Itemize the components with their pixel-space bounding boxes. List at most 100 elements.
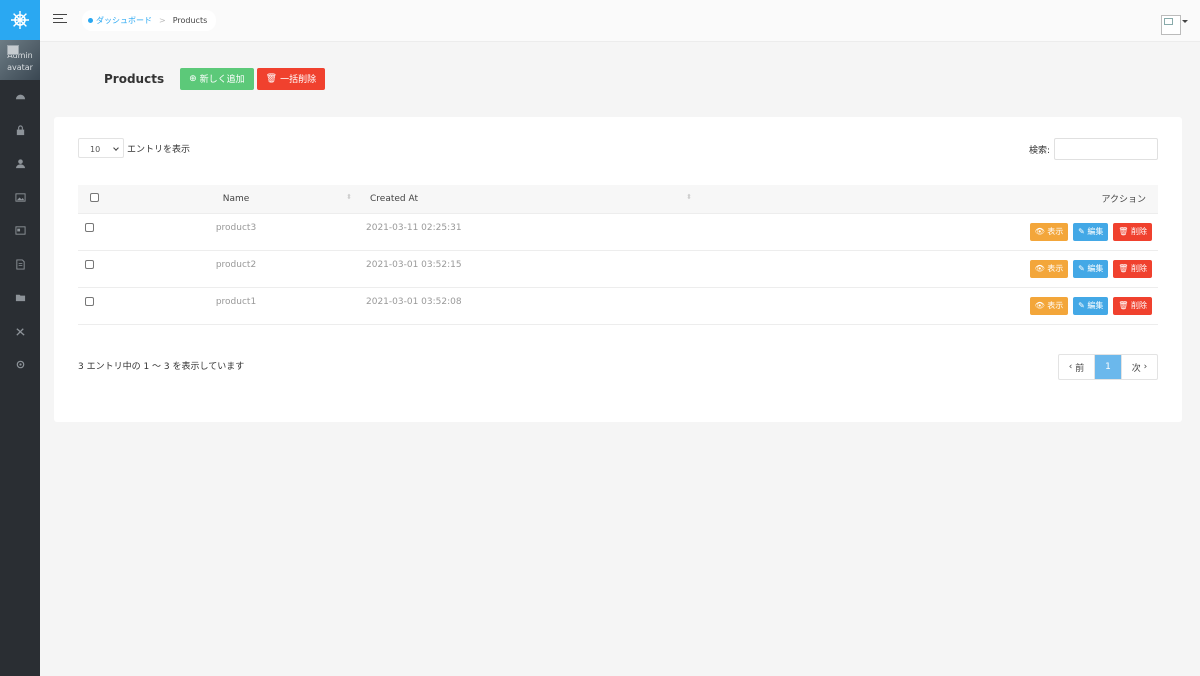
plus-circle-icon: ⊕ — [189, 73, 197, 84]
row-checkbox-cell — [78, 286, 114, 325]
sidebar-item-media[interactable] — [0, 181, 40, 215]
edit-icon: ✎ — [1078, 264, 1085, 273]
select-all-cell — [78, 185, 114, 213]
search-label: 検索: — [1028, 145, 1050, 156]
breadcrumb-home[interactable]: ダッシュボード — [88, 15, 152, 26]
page-header: Products ⊕ 新しく追加 🗑 一括削除 — [104, 67, 328, 90]
column-header-name[interactable]: Name — [114, 185, 358, 213]
pagination-page[interactable]: 1 — [1095, 355, 1121, 379]
page-length-label: エントリを表示 — [127, 144, 191, 155]
edit-button[interactable]: ✎ 編集 — [1073, 296, 1109, 315]
table-row: product2 2021-03-01 03:52:15 👁 表示 ✎ 編集 🗑… — [78, 249, 1158, 287]
eye-icon: 👁 — [1034, 301, 1045, 310]
table-row: product1 2021-03-01 03:52:08 👁 表示 ✎ 編集 🗑… — [78, 286, 1158, 325]
row-checkbox[interactable] — [85, 222, 94, 232]
show-button[interactable]: 👁 表示 — [1029, 296, 1069, 315]
product-name: product2 — [114, 249, 358, 287]
user-avatar[interactable] — [1161, 15, 1181, 35]
row-checkbox-cell — [78, 249, 114, 287]
select-all-checkbox[interactable] — [90, 192, 99, 202]
edit-button[interactable]: ✎ 編集 — [1073, 259, 1109, 278]
edit-label: 編集 — [1087, 227, 1104, 236]
pagination-prev[interactable]: ‹ 前 — [1059, 355, 1095, 379]
table-row: product3 2021-03-11 02:25:31 👁 表示 ✎ 編集 🗑… — [78, 212, 1158, 250]
show-label: 表示 — [1047, 227, 1064, 236]
show-button[interactable]: 👁 表示 — [1029, 259, 1069, 278]
delete-label: 削除 — [1131, 227, 1147, 236]
chevron-right-icon: › — [1143, 362, 1148, 372]
product-created-at: 2021-03-01 03:52:08 — [358, 286, 698, 325]
chevron-down-icon[interactable] — [1182, 20, 1188, 23]
tools-icon — [15, 328, 25, 336]
bulk-delete-button[interactable]: 🗑 一括削除 — [256, 67, 326, 90]
row-actions: 👁 表示 ✎ 編集 🗑 削除 — [698, 286, 1158, 325]
edit-icon: ✎ — [1078, 227, 1085, 236]
breadcrumb-home-label: ダッシュボード — [96, 16, 152, 25]
show-label: 表示 — [1047, 264, 1064, 273]
eye-icon: 👁 — [1034, 264, 1045, 273]
product-created-at: 2021-03-01 03:52:15 — [358, 249, 698, 287]
row-checkbox-cell — [78, 212, 114, 250]
sidebar-item-tools[interactable] — [0, 315, 40, 349]
sidebar: Admin avatar — [0, 0, 40, 676]
page-length-control: 10 エントリを表示 — [78, 138, 190, 158]
show-button[interactable]: 👁 表示 — [1029, 222, 1069, 241]
broken-image-icon — [7, 45, 19, 55]
table-header-row: Name Created At アクション — [78, 185, 1158, 213]
add-new-label: 新しく追加 — [199, 75, 245, 85]
show-label: 表示 — [1047, 301, 1064, 310]
delete-label: 削除 — [1131, 264, 1147, 273]
sidebar-item-profiles[interactable] — [0, 214, 40, 248]
add-new-button[interactable]: ⊕ 新しく追加 — [180, 67, 254, 90]
trash-icon: 🗑 — [265, 73, 278, 84]
product-created-at: 2021-03-11 02:25:31 — [358, 212, 698, 250]
dashboard-icon — [15, 94, 25, 100]
pagination-next[interactable]: 次 › — [1121, 355, 1157, 379]
column-header-created-at[interactable]: Created At — [358, 185, 698, 213]
topbar: ダッシュボード > Products — [40, 0, 1200, 42]
folder-icon — [15, 295, 25, 302]
prev-label: 前 — [1075, 363, 1085, 374]
row-actions: 👁 表示 ✎ 編集 🗑 削除 — [698, 212, 1158, 250]
delete-label: 削除 — [1131, 301, 1147, 310]
breadcrumb: ダッシュボード > Products — [82, 10, 217, 31]
delete-button[interactable]: 🗑 削除 — [1113, 259, 1152, 278]
user-icon — [15, 159, 25, 169]
id-card-icon — [14, 226, 26, 235]
product-name: product3 — [114, 212, 358, 250]
avatar[interactable]: Admin avatar — [0, 40, 40, 80]
row-checkbox[interactable] — [85, 259, 94, 269]
sidebar-item-security[interactable] — [0, 114, 40, 148]
image-icon — [14, 193, 26, 202]
settings-icon — [16, 360, 24, 369]
trash-icon: 🗑 — [1118, 301, 1129, 310]
bulk-delete-label: 一括削除 — [280, 75, 317, 85]
eye-icon: 👁 — [1034, 227, 1045, 236]
delete-button[interactable]: 🗑 削除 — [1113, 222, 1152, 241]
search-control: 検索: — [1029, 138, 1158, 160]
sidebar-item-folders[interactable] — [0, 281, 40, 315]
document-icon — [15, 259, 25, 270]
breadcrumb-current: Products — [172, 16, 208, 25]
pagination: ‹ 前 1 次 › — [1058, 354, 1158, 380]
sidebar-item-documents[interactable] — [0, 248, 40, 282]
menu-toggle-icon[interactable] — [53, 14, 67, 26]
search-input[interactable] — [1054, 138, 1158, 160]
breadcrumb-separator: > — [159, 16, 166, 25]
trash-icon: 🗑 — [1118, 227, 1129, 236]
sidebar-item-users[interactable] — [0, 147, 40, 181]
products-card: 10 エントリを表示 検索: Name Created At アクション pro… — [54, 117, 1182, 422]
edit-label: 編集 — [1087, 301, 1104, 310]
product-name: product1 — [114, 286, 358, 325]
lock-icon — [16, 125, 24, 135]
delete-button[interactable]: 🗑 削除 — [1113, 296, 1152, 315]
sidebar-item-dashboard[interactable] — [0, 80, 40, 114]
sidebar-item-settings[interactable] — [0, 348, 40, 382]
edit-button[interactable]: ✎ 編集 — [1073, 222, 1109, 241]
edit-label: 編集 — [1087, 264, 1104, 273]
page-title: Products — [104, 71, 165, 86]
row-checkbox[interactable] — [85, 296, 94, 306]
trash-icon: 🗑 — [1118, 264, 1129, 273]
logo[interactable] — [0, 0, 40, 40]
page-length-select[interactable]: 10 — [78, 138, 124, 158]
